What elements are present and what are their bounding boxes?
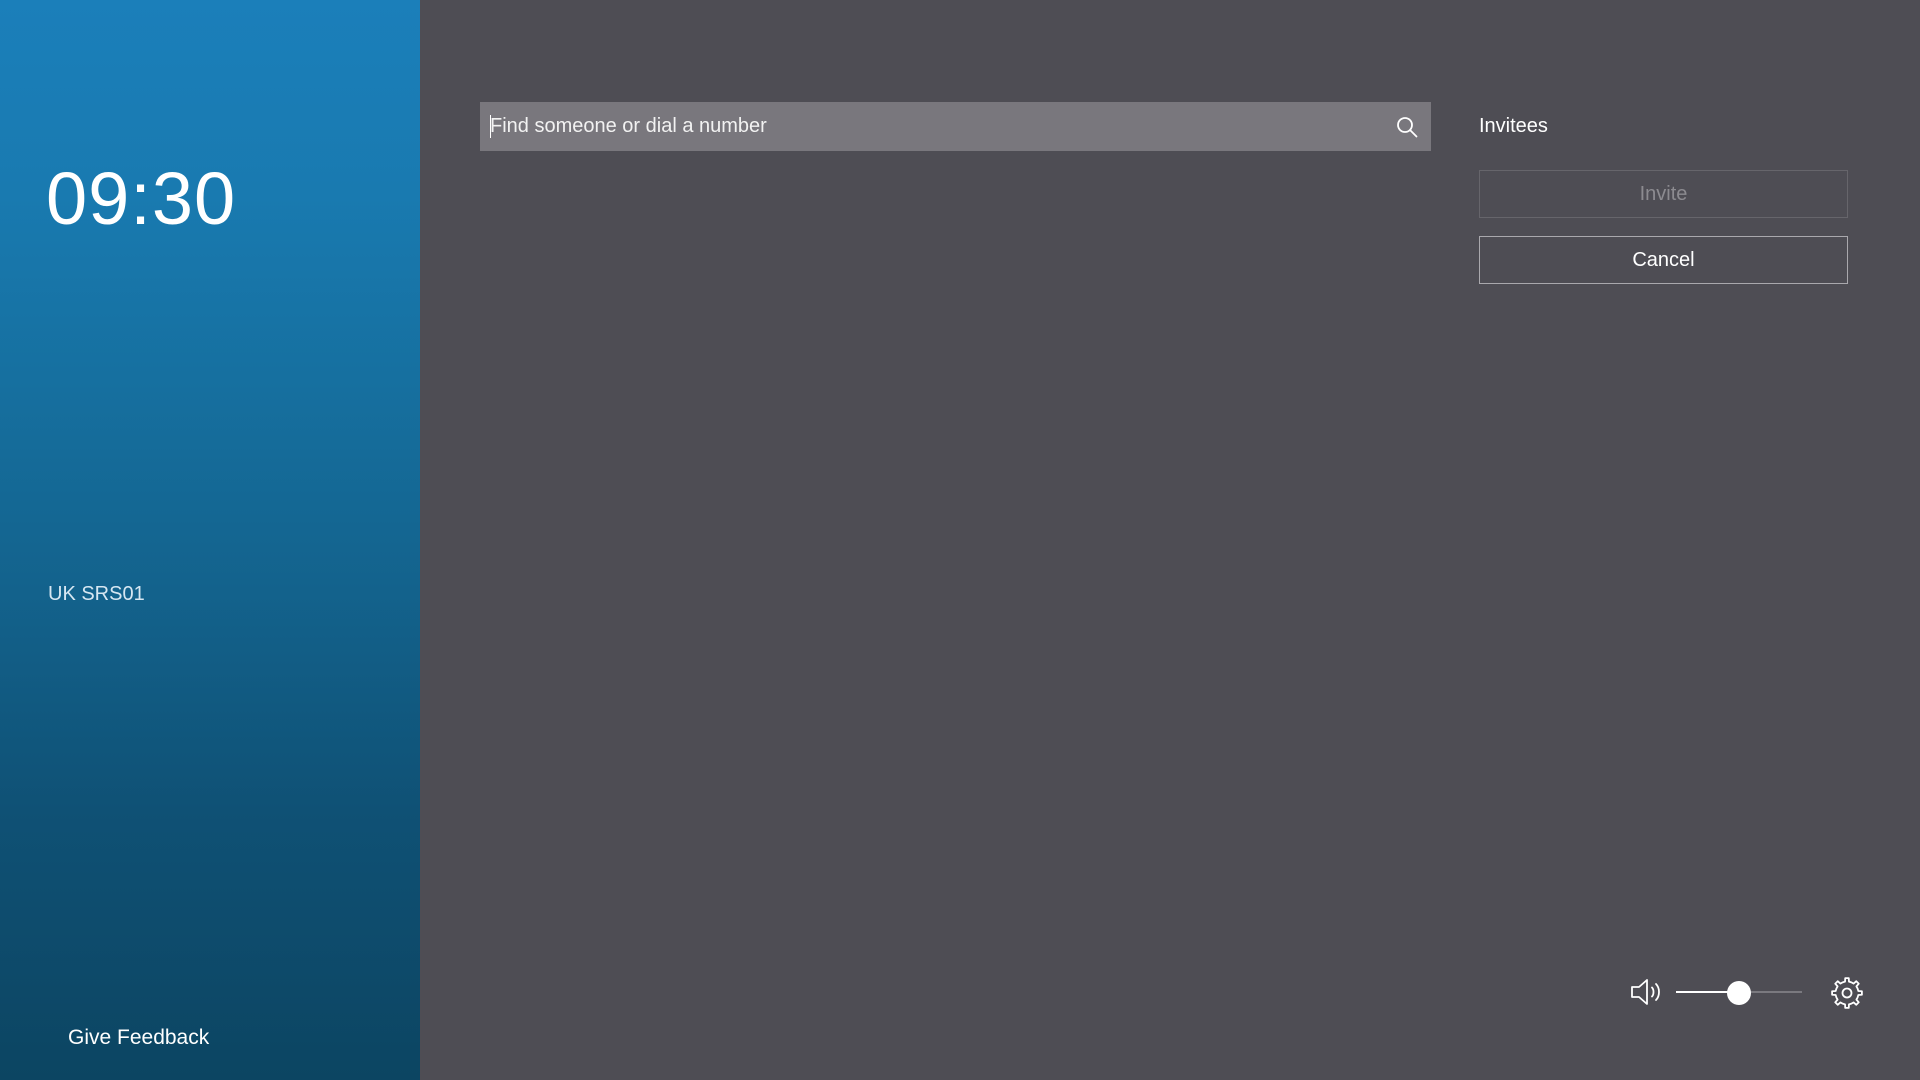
invite-button[interactable]: Invite: [1479, 170, 1848, 218]
search-input[interactable]: [480, 102, 1383, 151]
speaker-icon[interactable]: [1629, 976, 1665, 1008]
clock: 09:30: [46, 157, 237, 240]
invitees-title: Invitees: [1479, 115, 1548, 137]
volume-slider[interactable]: [1676, 980, 1802, 1005]
search-box: [480, 102, 1431, 151]
left-panel: 09:30 UK SRS01 Give Feedback: [0, 0, 420, 1080]
search-icon[interactable]: [1383, 102, 1431, 151]
give-feedback-link[interactable]: Give Feedback: [68, 1026, 209, 1050]
room-name: UK SRS01: [48, 583, 145, 605]
gear-icon[interactable]: [1830, 976, 1864, 1010]
app-window: 09:30 UK SRS01 Give Feedback Invitees In…: [0, 0, 1920, 1080]
text-cursor: [490, 115, 491, 138]
volume-thumb[interactable]: [1727, 981, 1751, 1005]
cancel-button[interactable]: Cancel: [1479, 236, 1848, 284]
